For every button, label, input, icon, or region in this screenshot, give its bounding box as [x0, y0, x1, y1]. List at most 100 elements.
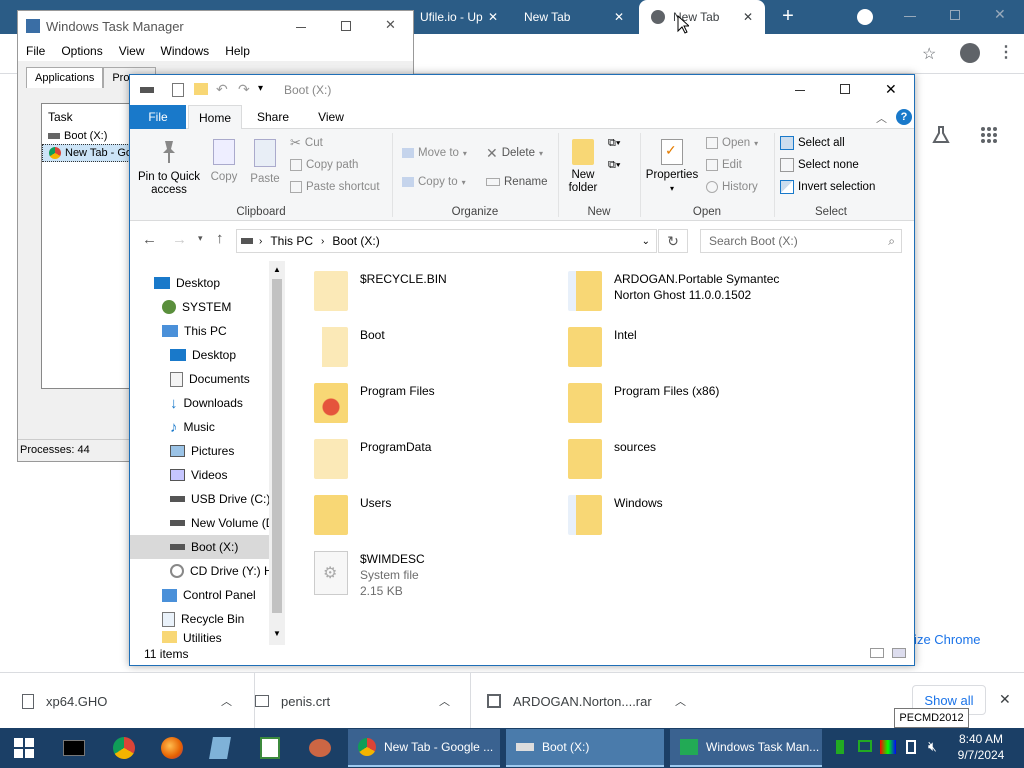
search-input[interactable]: Search Boot (X:) ⌕ — [700, 229, 902, 253]
nav-usb-drive[interactable]: USB Drive (C:) — [170, 487, 270, 511]
tab-file[interactable]: File — [130, 105, 186, 129]
taskbar-taskmgr-task[interactable]: Windows Task Man... — [670, 729, 822, 767]
invert-selection-button[interactable]: Invert selection — [780, 177, 875, 197]
new-folder-qat-icon[interactable] — [194, 83, 208, 95]
file-item[interactable]: Boot — [314, 327, 385, 367]
file-item[interactable]: Program Files — [314, 383, 435, 423]
spreadsheet-icon[interactable] — [254, 732, 286, 764]
chrome-menu-icon[interactable]: ⋮ — [998, 42, 1014, 62]
nav-this-pc[interactable]: This PC — [162, 319, 227, 343]
maximize-icon[interactable] — [840, 84, 850, 94]
file-item[interactable]: ProgramData — [314, 439, 431, 479]
paste-button[interactable]: Paste — [246, 139, 284, 186]
edit-button[interactable]: Edit — [706, 155, 742, 175]
history-button[interactable]: History — [706, 177, 758, 197]
firefox-icon[interactable] — [156, 732, 188, 764]
chevron-up-icon[interactable]: ︿ — [221, 693, 232, 709]
details-view-icon[interactable] — [870, 648, 884, 658]
copy-path-button[interactable]: Copy path — [290, 155, 358, 175]
scroll-down-icon[interactable]: ▼ — [273, 629, 281, 638]
help-icon[interactable]: ? — [896, 109, 912, 125]
tab-search-icon[interactable] — [857, 9, 873, 25]
bookmark-star-icon[interactable]: ☆ — [922, 44, 936, 64]
file-item[interactable]: ARDOGAN.Portable Symantec Norton Ghost 1… — [568, 271, 798, 311]
download-item[interactable]: penis.crt ︿ — [254, 673, 468, 729]
minimize-icon[interactable] — [795, 90, 805, 91]
nav-downloads[interactable]: ↓ Downloads — [170, 391, 243, 415]
nav-control-panel[interactable]: Control Panel — [162, 583, 256, 607]
close-icon[interactable]: ✕ — [885, 81, 897, 98]
labs-flask-icon[interactable] — [932, 126, 950, 144]
easy-access-icon[interactable]: ⧉▾ — [608, 159, 632, 175]
menu-options[interactable]: Options — [61, 44, 102, 58]
close-icon[interactable]: ✕ — [488, 10, 498, 24]
chevron-up-icon[interactable]: ︿ — [439, 693, 450, 709]
close-icon[interactable]: ✕ — [385, 17, 396, 33]
file-item[interactable]: ⚙ $WIMDESC System file 2.15 KB — [314, 551, 425, 599]
new-folder-button[interactable]: New folder — [562, 139, 604, 195]
tab-view[interactable]: View — [304, 105, 358, 129]
apps-grid-icon[interactable] — [980, 126, 998, 144]
recent-locations-icon[interactable]: ▾ — [198, 233, 203, 244]
nav-videos[interactable]: Videos — [170, 463, 227, 487]
close-icon[interactable]: ✕ — [614, 10, 624, 24]
nav-documents[interactable]: Documents — [170, 367, 250, 391]
download-item[interactable]: xp64.GHO ︿ — [22, 673, 250, 729]
tab-home[interactable]: Home — [188, 105, 242, 130]
pin-quick-access-button[interactable]: Pin to Quick access — [136, 139, 202, 197]
nav-desktop[interactable]: Desktop — [154, 271, 220, 295]
chrome-icon[interactable] — [108, 732, 140, 764]
chrome-tab-newtab-active[interactable]: New Tab ✕ — [639, 0, 765, 34]
app-icon[interactable] — [204, 732, 236, 764]
minimize-icon[interactable] — [296, 27, 306, 28]
scrollbar-thumb[interactable] — [272, 279, 282, 613]
tab-applications[interactable]: Applications — [26, 67, 104, 88]
select-all-button[interactable]: Select all — [780, 133, 845, 153]
menu-help[interactable]: Help — [225, 44, 250, 58]
select-none-button[interactable]: Select none — [780, 155, 859, 175]
chrome-tab-ufile[interactable]: Ufile.io - Up ✕ — [408, 0, 510, 34]
nav-new-volume[interactable]: New Volume (D — [170, 511, 274, 535]
navigation-scrollbar[interactable]: ▲ ▼ — [269, 261, 285, 645]
undo-icon[interactable]: ↶ — [216, 81, 228, 98]
open-button[interactable]: Open ▾ — [706, 133, 758, 153]
download-item[interactable]: ARDOGAN.Norton....rar ︿ — [470, 673, 698, 729]
nav-cd-drive[interactable]: CD Drive (Y:) H — [170, 559, 273, 583]
back-arrow-icon[interactable]: ← — [142, 231, 157, 248]
file-item[interactable]: Intel — [568, 327, 637, 367]
nav-recycle-bin[interactable]: Recycle Bin — [162, 607, 244, 631]
file-item[interactable]: Users — [314, 495, 391, 535]
refresh-button[interactable]: ↻ — [658, 229, 688, 253]
chevron-up-icon[interactable]: ︿ — [675, 693, 686, 709]
menu-file[interactable]: File — [26, 44, 45, 58]
tray-usb-icon[interactable] — [906, 740, 916, 754]
network-tool-icon[interactable] — [304, 732, 336, 764]
menu-view[interactable]: View — [119, 44, 145, 58]
copy-button[interactable]: Copy — [206, 139, 242, 184]
paste-shortcut-button[interactable]: Paste shortcut — [290, 177, 380, 197]
close-icon[interactable]: ✕ — [743, 10, 753, 24]
file-item[interactable]: sources — [568, 439, 656, 479]
move-to-button[interactable]: Move to ▾ — [402, 143, 467, 163]
delete-button[interactable]: ✕ Delete ▾ — [486, 143, 543, 163]
new-item-icon[interactable]: ⧉▾ — [608, 137, 632, 153]
redo-icon[interactable]: ↷ — [238, 81, 250, 98]
file-item[interactable]: $RECYCLE.BIN — [314, 271, 447, 311]
address-dropdown-icon[interactable]: ⌄ — [642, 236, 650, 247]
breadcrumb-boot[interactable]: Boot (X:) — [332, 234, 379, 248]
breadcrumb-this-pc[interactable]: This PC — [270, 234, 313, 248]
maximize-icon[interactable] — [341, 21, 351, 31]
tray-color-icon[interactable] — [880, 740, 896, 754]
properties-button[interactable]: ✓ Properties ▾ — [644, 139, 700, 195]
nav-pc-desktop[interactable]: Desktop — [170, 343, 236, 367]
scroll-up-icon[interactable]: ▲ — [273, 265, 281, 274]
collapse-ribbon-icon[interactable]: ︿ — [876, 110, 887, 126]
menu-windows[interactable]: Windows — [161, 44, 210, 58]
restore-icon[interactable] — [950, 10, 960, 20]
rename-button[interactable]: Rename — [486, 172, 547, 192]
nav-pictures[interactable]: Pictures — [170, 439, 234, 463]
minimize-icon[interactable] — [904, 16, 916, 17]
new-tab-button[interactable]: + — [778, 6, 798, 26]
large-icons-view-icon[interactable] — [892, 648, 906, 658]
tab-share[interactable]: Share — [246, 105, 300, 129]
